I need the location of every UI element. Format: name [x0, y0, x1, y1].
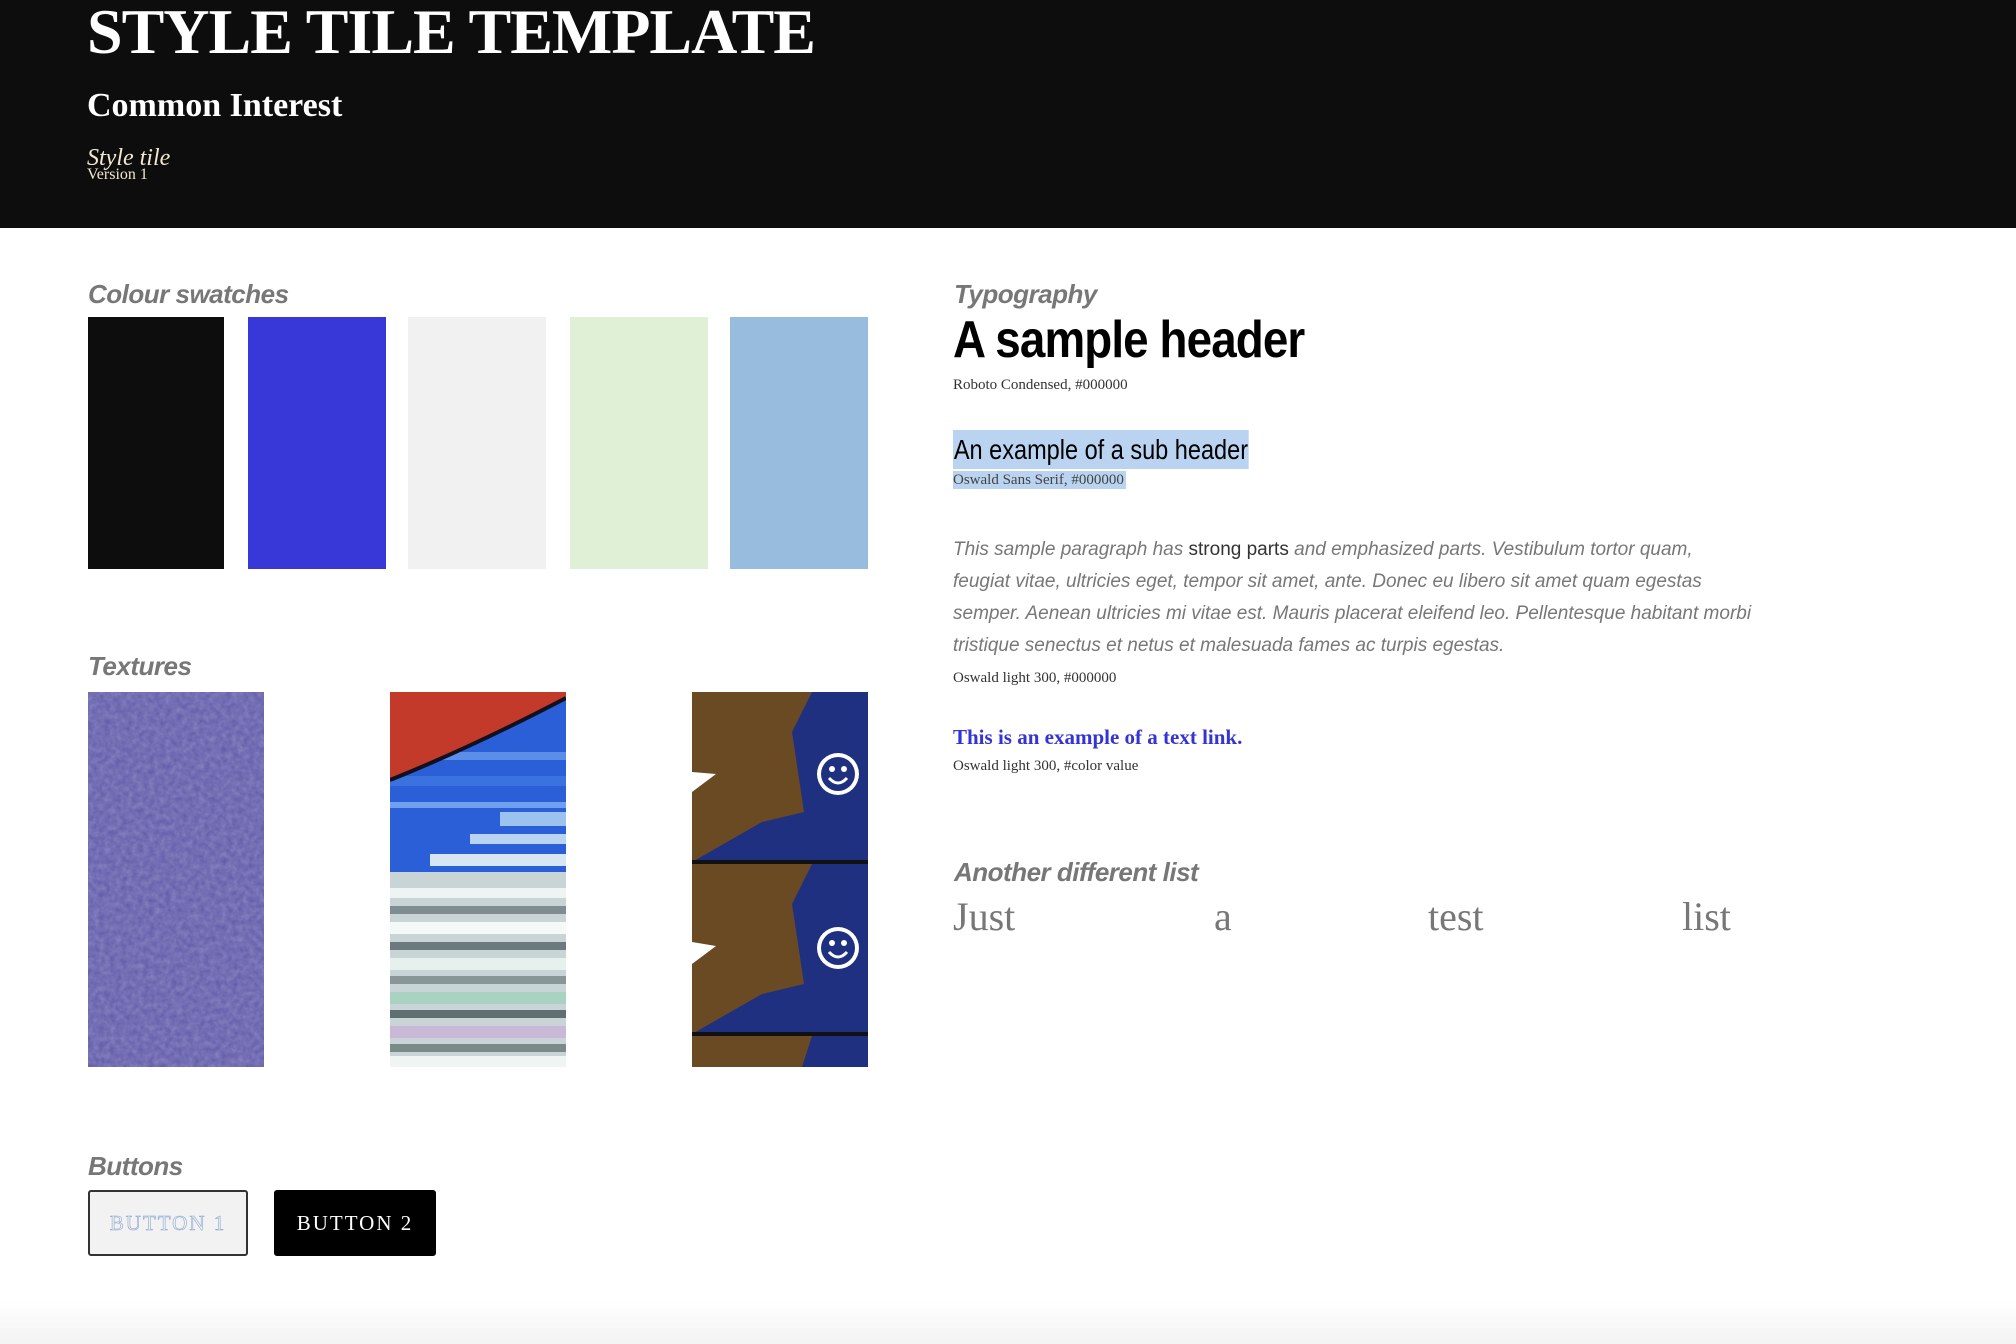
- project-name: Common Interest: [87, 87, 343, 124]
- list-title: Another different list: [954, 857, 1199, 887]
- sample-subheader: An example of a sub header: [953, 430, 1249, 469]
- tile-2: [692, 864, 868, 1036]
- swatch-light-gray: [408, 317, 546, 569]
- texture-blue-stripes: [390, 692, 566, 1067]
- texture-smiley-pattern: [692, 692, 868, 1067]
- swatch-light-blue: [730, 317, 868, 569]
- paragraph-text-start: This sample paragraph has: [953, 539, 1189, 560]
- link-font-note: Oswald light 300, #color value: [953, 758, 1139, 774]
- texture-purple-noise: [88, 692, 264, 1067]
- button-1[interactable]: BUTTON 1: [88, 1190, 248, 1256]
- sample-header: A sample header: [953, 311, 1305, 369]
- paragraph-strong-text: strong parts: [1188, 539, 1289, 560]
- subheader-font-note: Oswald Sans Serif, #000000: [953, 471, 1126, 489]
- sample-text-link[interactable]: This is an example of a text link.: [953, 724, 1242, 750]
- list-item: Just: [953, 894, 1016, 939]
- typography-title: Typography: [954, 279, 1097, 309]
- button-2[interactable]: BUTTON 2: [274, 1190, 436, 1256]
- list-item: a: [1214, 894, 1232, 939]
- sample-paragraph: This sample paragraph has strong parts a…: [953, 534, 1753, 662]
- page-footer-fade: [0, 1300, 2016, 1344]
- swatch-light-green: [570, 317, 708, 569]
- paragraph-font-note: Oswald light 300, #000000: [953, 670, 1117, 686]
- version-label: Version 1: [87, 166, 148, 183]
- list-item: test: [1428, 894, 1484, 939]
- header-font-note: Roboto Condensed, #000000: [953, 377, 1128, 393]
- buttons-title: Buttons: [88, 1151, 183, 1181]
- list-item: list: [1682, 894, 1731, 939]
- textures-title: Textures: [88, 651, 192, 681]
- tile-3: [692, 1036, 868, 1067]
- page-title: STYLE TILE TEMPLATE: [87, 0, 816, 67]
- page-header: STYLE TILE TEMPLATE Common Interest Styl…: [0, 0, 2016, 228]
- swatches-title: Colour swatches: [88, 279, 289, 309]
- swatch-black: [88, 317, 224, 569]
- tile-1: [692, 692, 868, 864]
- swatch-blue: [248, 317, 386, 569]
